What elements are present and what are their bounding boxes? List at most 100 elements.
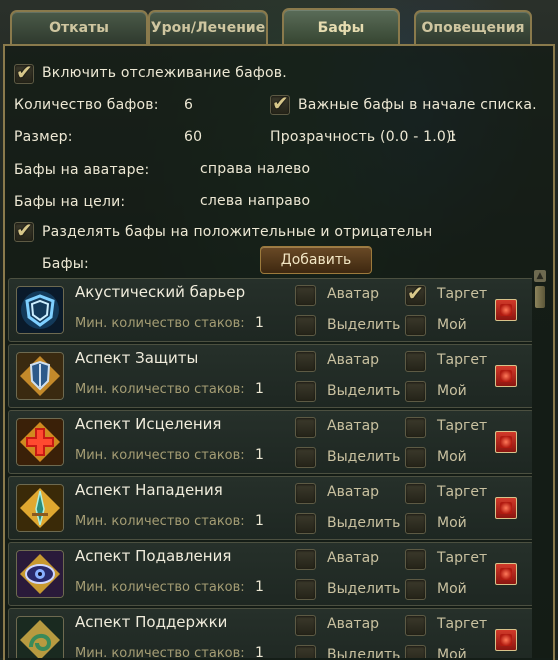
min-stacks-value[interactable]: 1	[255, 315, 264, 331]
min-stacks-label: Мин. количество стаков:	[75, 448, 245, 463]
opacity-value[interactable]: 1	[448, 129, 457, 145]
delete-buff-button[interactable]	[495, 497, 517, 519]
buff-name: Аспект Исцеления	[75, 415, 222, 433]
avatar-buffs-label: Бафы на аватаре:	[14, 162, 150, 178]
delete-buff-button[interactable]	[495, 431, 517, 453]
important-first-checkbox[interactable]	[270, 91, 290, 115]
important-first-label: Важные бафы в начале списка.	[298, 97, 537, 113]
buff-list-scrollbar[interactable]: ▲	[534, 270, 546, 658]
sword-aspect-icon	[16, 484, 64, 532]
avatar-label: Аватар	[327, 484, 380, 500]
split-buffs-label: Разделять бафы на положительные и отрица…	[42, 224, 433, 240]
avatar-label: Аватар	[327, 550, 380, 566]
highlight-checkbox[interactable]	[295, 381, 316, 402]
enable-tracking-label: Включить отслеживание бафов.	[42, 65, 287, 81]
highlight-label: Выделить	[327, 515, 401, 531]
mine-label: Мой	[437, 515, 467, 531]
min-stacks-value[interactable]: 1	[255, 579, 264, 595]
buff-name: Акустический барьер	[75, 283, 246, 301]
buffs-list-label: Бафы:	[42, 256, 89, 272]
mine-label: Мой	[437, 647, 467, 658]
min-stacks-value[interactable]: 1	[255, 513, 264, 529]
avatar-checkbox[interactable]	[295, 615, 316, 636]
min-stacks-value[interactable]: 1	[255, 645, 264, 658]
highlight-checkbox[interactable]	[295, 315, 316, 336]
min-stacks-label: Мин. количество стаков:	[75, 646, 245, 658]
delete-buff-button[interactable]	[495, 365, 517, 387]
buff-item-aspect-attack: Аспект Нападения Мин. количество стаков:…	[8, 476, 532, 540]
opacity-label: Прозрачность (0.0 - 1.0):	[270, 129, 457, 145]
buff-item-aspect-suppression: Аспект Подавления Мин. количество стаков…	[8, 542, 532, 606]
size-label: Размер:	[14, 129, 73, 145]
size-value[interactable]: 60	[184, 129, 202, 145]
avatar-label: Аватар	[327, 418, 380, 434]
eye-aspect-icon	[16, 550, 64, 598]
split-buffs-checkbox[interactable]	[14, 218, 34, 242]
avatar-label: Аватар	[327, 616, 380, 632]
tab-buffs[interactable]: Бафы	[282, 8, 400, 46]
tab-cooldowns[interactable]: Откаты	[10, 10, 148, 44]
buff-item-acoustic-barrier: Акустический барьер Мин. количество стак…	[8, 278, 532, 342]
delete-buff-button[interactable]	[495, 299, 517, 321]
mine-checkbox[interactable]	[405, 579, 426, 600]
target-checkbox[interactable]	[405, 615, 426, 636]
scroll-thumb[interactable]	[535, 286, 545, 308]
min-stacks-value[interactable]: 1	[255, 447, 264, 463]
mine-label: Мой	[437, 581, 467, 597]
buff-name: Аспект Поддержки	[75, 613, 228, 631]
mine-checkbox[interactable]	[405, 447, 426, 468]
min-stacks-label: Мин. количество стаков:	[75, 382, 245, 397]
avatar-checkbox[interactable]	[295, 483, 316, 504]
highlight-label: Выделить	[327, 449, 401, 465]
target-checkbox[interactable]	[405, 549, 426, 570]
highlight-label: Выделить	[327, 581, 401, 597]
buff-item-aspect-defense: Аспект Защиты Мин. количество стаков: 1 …	[8, 344, 532, 408]
buff-count-label: Количество бафов:	[14, 97, 159, 113]
add-buff-button[interactable]: Добавить	[260, 246, 372, 274]
target-label: Таргет	[437, 418, 488, 434]
shield-aspect-icon	[16, 352, 64, 400]
target-checkbox[interactable]	[405, 351, 426, 372]
min-stacks-label: Мин. количество стаков:	[75, 580, 245, 595]
mine-label: Мой	[437, 383, 467, 399]
target-label: Таргет	[437, 352, 488, 368]
buff-item-aspect-support: Аспект Поддержки Мин. количество стаков:…	[8, 608, 532, 658]
avatar-label: Аватар	[327, 352, 380, 368]
delete-buff-button[interactable]	[495, 629, 517, 651]
avatar-checkbox[interactable]	[295, 549, 316, 570]
avatar-checkbox[interactable]	[295, 285, 316, 306]
support-aspect-icon	[16, 616, 64, 658]
buff-count-value[interactable]: 6	[184, 97, 193, 113]
avatar-checkbox[interactable]	[295, 417, 316, 438]
tab-damage-healing[interactable]: Урон/Лечение	[148, 10, 268, 44]
delete-buff-button[interactable]	[495, 563, 517, 585]
mine-checkbox[interactable]	[405, 513, 426, 534]
buff-name: Аспект Защиты	[75, 349, 199, 367]
target-label: Таргет	[437, 616, 488, 632]
scroll-up-arrow-icon[interactable]: ▲	[534, 270, 546, 282]
target-checkbox[interactable]	[405, 417, 426, 438]
highlight-checkbox[interactable]	[295, 447, 316, 468]
highlight-label: Выделить	[327, 317, 401, 333]
mine-checkbox[interactable]	[405, 381, 426, 402]
highlight-checkbox[interactable]	[295, 513, 316, 534]
target-label: Таргет	[437, 550, 488, 566]
mine-checkbox[interactable]	[405, 315, 426, 336]
highlight-checkbox[interactable]	[295, 579, 316, 600]
target-buffs-label: Бафы на цели:	[14, 194, 126, 210]
target-checkbox[interactable]	[405, 281, 426, 306]
avatar-buffs-direction[interactable]: справа налево	[200, 161, 310, 177]
min-stacks-label: Мин. количество стаков:	[75, 514, 245, 529]
min-stacks-label: Мин. количество стаков:	[75, 316, 245, 331]
mine-checkbox[interactable]	[405, 645, 426, 658]
enable-tracking-checkbox[interactable]	[14, 60, 34, 84]
tab-alerts[interactable]: Оповещения	[414, 10, 532, 44]
highlight-label: Выделить	[327, 647, 401, 658]
min-stacks-value[interactable]: 1	[255, 381, 264, 397]
target-buffs-direction[interactable]: слева направо	[200, 193, 310, 209]
avatar-checkbox[interactable]	[295, 351, 316, 372]
target-checkbox[interactable]	[405, 483, 426, 504]
acoustic-barrier-icon	[16, 286, 64, 334]
highlight-checkbox[interactable]	[295, 645, 316, 658]
buff-list: Акустический барьер Мин. количество стак…	[8, 278, 532, 658]
